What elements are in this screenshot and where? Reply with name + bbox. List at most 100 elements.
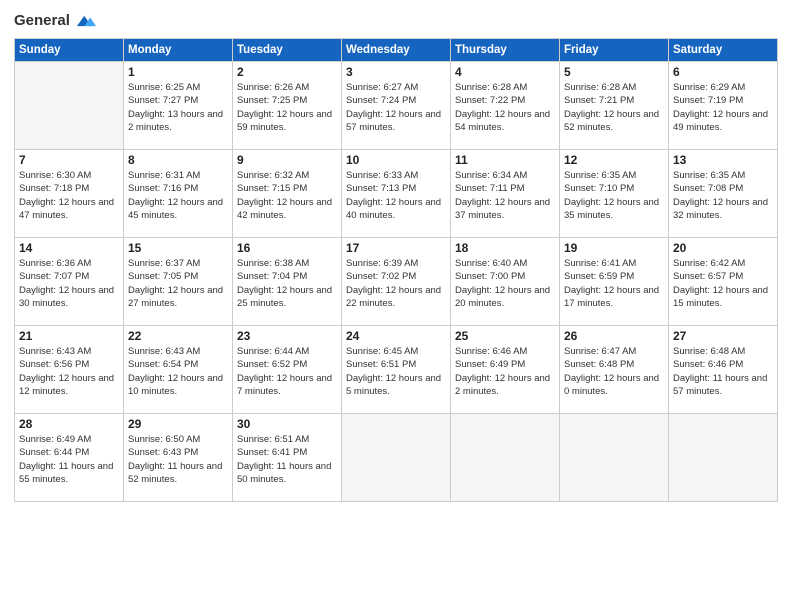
weekday-header-saturday: Saturday xyxy=(669,39,778,62)
header: General xyxy=(14,10,778,32)
calendar-cell: 1 Sunrise: 6:25 AMSunset: 7:27 PMDaylight… xyxy=(124,62,233,150)
day-number: 29 xyxy=(128,417,228,431)
day-number: 27 xyxy=(673,329,773,343)
day-number: 25 xyxy=(455,329,555,343)
day-info: Sunrise: 6:50 AMSunset: 6:43 PMDaylight:… xyxy=(128,433,228,486)
day-info: Sunrise: 6:36 AMSunset: 7:07 PMDaylight:… xyxy=(19,257,119,310)
day-number: 7 xyxy=(19,153,119,167)
page: General SundayMondayTuesdayWednesdayThur… xyxy=(0,0,792,612)
day-info: Sunrise: 6:25 AMSunset: 7:27 PMDaylight:… xyxy=(128,81,228,134)
weekday-header-friday: Friday xyxy=(560,39,669,62)
day-info: Sunrise: 6:38 AMSunset: 7:04 PMDaylight:… xyxy=(237,257,337,310)
day-number: 10 xyxy=(346,153,446,167)
calendar-cell: 18 Sunrise: 6:40 AMSunset: 7:00 PMDayligh… xyxy=(451,238,560,326)
day-info: Sunrise: 6:35 AMSunset: 7:08 PMDaylight:… xyxy=(673,169,773,222)
calendar-cell xyxy=(342,414,451,502)
calendar-cell xyxy=(560,414,669,502)
calendar-cell: 16 Sunrise: 6:38 AMSunset: 7:04 PMDayligh… xyxy=(233,238,342,326)
calendar-cell: 4 Sunrise: 6:28 AMSunset: 7:22 PMDaylight… xyxy=(451,62,560,150)
day-info: Sunrise: 6:27 AMSunset: 7:24 PMDaylight:… xyxy=(346,81,446,134)
day-number: 30 xyxy=(237,417,337,431)
day-info: Sunrise: 6:51 AMSunset: 6:41 PMDaylight:… xyxy=(237,433,337,486)
day-info: Sunrise: 6:28 AMSunset: 7:21 PMDaylight:… xyxy=(564,81,664,134)
calendar-cell: 28 Sunrise: 6:49 AMSunset: 6:44 PMDayligh… xyxy=(15,414,124,502)
day-info: Sunrise: 6:40 AMSunset: 7:00 PMDaylight:… xyxy=(455,257,555,310)
calendar-cell: 22Sunrise: 6:43 AMSunset: 6:54 PMDayligh… xyxy=(124,326,233,414)
weekday-header-monday: Monday xyxy=(124,39,233,62)
day-number: 21 xyxy=(19,329,119,343)
day-number: 13 xyxy=(673,153,773,167)
day-number: 20 xyxy=(673,241,773,255)
day-number: 14 xyxy=(19,241,119,255)
calendar-cell: 12 Sunrise: 6:35 AMSunset: 7:10 PMDayligh… xyxy=(560,150,669,238)
day-number: 8 xyxy=(128,153,228,167)
calendar-cell: 14 Sunrise: 6:36 AMSunset: 7:07 PMDayligh… xyxy=(15,238,124,326)
weekday-header-row: SundayMondayTuesdayWednesdayThursdayFrid… xyxy=(15,39,778,62)
calendar-cell: 8 Sunrise: 6:31 AMSunset: 7:16 PMDaylight… xyxy=(124,150,233,238)
day-info: Sunrise: 6:42 AMSunset: 6:57 PMDaylight:… xyxy=(673,257,773,310)
day-number: 4 xyxy=(455,65,555,79)
day-info: Sunrise: 6:43 AMSunset: 6:56 PMDaylight:… xyxy=(19,345,119,398)
day-info: Sunrise: 6:49 AMSunset: 6:44 PMDaylight:… xyxy=(19,433,119,486)
day-info: Sunrise: 6:48 AMSunset: 6:46 PMDaylight:… xyxy=(673,345,773,398)
calendar-cell: 3 Sunrise: 6:27 AMSunset: 7:24 PMDaylight… xyxy=(342,62,451,150)
day-number: 3 xyxy=(346,65,446,79)
day-info: Sunrise: 6:47 AMSunset: 6:48 PMDaylight:… xyxy=(564,345,664,398)
calendar-cell: 20 Sunrise: 6:42 AMSunset: 6:57 PMDayligh… xyxy=(669,238,778,326)
week-row-2: 7Sunrise: 6:30 AMSunset: 7:18 PMDaylight… xyxy=(15,150,778,238)
day-number: 9 xyxy=(237,153,337,167)
calendar-cell: 5 Sunrise: 6:28 AMSunset: 7:21 PMDaylight… xyxy=(560,62,669,150)
calendar-cell: 19 Sunrise: 6:41 AMSunset: 6:59 PMDayligh… xyxy=(560,238,669,326)
day-info: Sunrise: 6:28 AMSunset: 7:22 PMDaylight:… xyxy=(455,81,555,134)
day-info: Sunrise: 6:29 AMSunset: 7:19 PMDaylight:… xyxy=(673,81,773,134)
weekday-header-wednesday: Wednesday xyxy=(342,39,451,62)
day-number: 1 xyxy=(128,65,228,79)
day-info: Sunrise: 6:31 AMSunset: 7:16 PMDaylight:… xyxy=(128,169,228,222)
day-info: Sunrise: 6:44 AMSunset: 6:52 PMDaylight:… xyxy=(237,345,337,398)
calendar-cell: 6 Sunrise: 6:29 AMSunset: 7:19 PMDaylight… xyxy=(669,62,778,150)
logo: General xyxy=(14,10,96,32)
day-number: 22 xyxy=(128,329,228,343)
week-row-1: 1 Sunrise: 6:25 AMSunset: 7:27 PMDaylight… xyxy=(15,62,778,150)
day-number: 15 xyxy=(128,241,228,255)
day-number: 5 xyxy=(564,65,664,79)
day-info: Sunrise: 6:32 AMSunset: 7:15 PMDaylight:… xyxy=(237,169,337,222)
calendar-cell: 9 Sunrise: 6:32 AMSunset: 7:15 PMDaylight… xyxy=(233,150,342,238)
calendar-cell: 25 Sunrise: 6:46 AMSunset: 6:49 PMDayligh… xyxy=(451,326,560,414)
calendar-cell: 21 Sunrise: 6:43 AMSunset: 6:56 PMDayligh… xyxy=(15,326,124,414)
calendar-cell: 27 Sunrise: 6:48 AMSunset: 6:46 PMDayligh… xyxy=(669,326,778,414)
calendar-cell xyxy=(451,414,560,502)
day-number: 28 xyxy=(19,417,119,431)
day-info: Sunrise: 6:35 AMSunset: 7:10 PMDaylight:… xyxy=(564,169,664,222)
day-info: Sunrise: 6:41 AMSunset: 6:59 PMDaylight:… xyxy=(564,257,664,310)
day-number: 18 xyxy=(455,241,555,255)
logo-icon xyxy=(74,10,96,32)
calendar-cell: 29 Sunrise: 6:50 AMSunset: 6:43 PMDayligh… xyxy=(124,414,233,502)
calendar-cell: 10Sunrise: 6:33 AMSunset: 7:13 PMDayligh… xyxy=(342,150,451,238)
day-number: 19 xyxy=(564,241,664,255)
logo-text: General xyxy=(14,13,70,30)
week-row-4: 21 Sunrise: 6:43 AMSunset: 6:56 PMDayligh… xyxy=(15,326,778,414)
day-number: 6 xyxy=(673,65,773,79)
calendar-cell xyxy=(669,414,778,502)
day-info: Sunrise: 6:34 AMSunset: 7:11 PMDaylight:… xyxy=(455,169,555,222)
calendar-cell: 17Sunrise: 6:39 AMSunset: 7:02 PMDayligh… xyxy=(342,238,451,326)
calendar-cell: 7Sunrise: 6:30 AMSunset: 7:18 PMDaylight… xyxy=(15,150,124,238)
weekday-header-sunday: Sunday xyxy=(15,39,124,62)
calendar-cell: 30 Sunrise: 6:51 AMSunset: 6:41 PMDayligh… xyxy=(233,414,342,502)
day-info: Sunrise: 6:46 AMSunset: 6:49 PMDaylight:… xyxy=(455,345,555,398)
calendar-cell xyxy=(15,62,124,150)
day-number: 26 xyxy=(564,329,664,343)
day-number: 12 xyxy=(564,153,664,167)
calendar-cell: 23Sunrise: 6:44 AMSunset: 6:52 PMDayligh… xyxy=(233,326,342,414)
day-number: 16 xyxy=(237,241,337,255)
calendar: SundayMondayTuesdayWednesdayThursdayFrid… xyxy=(14,38,778,502)
day-number: 2 xyxy=(237,65,337,79)
day-number: 11 xyxy=(455,153,555,167)
calendar-cell: 2Sunrise: 6:26 AMSunset: 7:25 PMDaylight… xyxy=(233,62,342,150)
day-info: Sunrise: 6:45 AMSunset: 6:51 PMDaylight:… xyxy=(346,345,446,398)
calendar-cell: 15Sunrise: 6:37 AMSunset: 7:05 PMDayligh… xyxy=(124,238,233,326)
week-row-3: 14 Sunrise: 6:36 AMSunset: 7:07 PMDayligh… xyxy=(15,238,778,326)
day-number: 24 xyxy=(346,329,446,343)
weekday-header-thursday: Thursday xyxy=(451,39,560,62)
